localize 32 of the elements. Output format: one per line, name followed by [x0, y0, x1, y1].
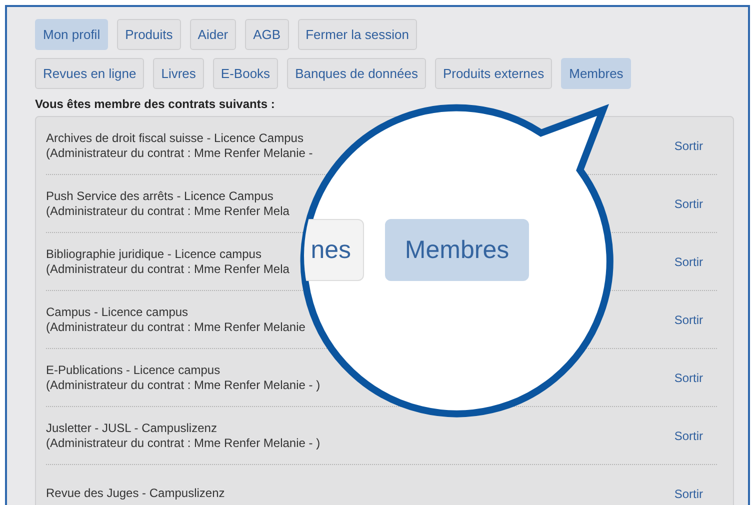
- nav-button[interactable]: Produits: [117, 19, 181, 50]
- contract-admin: (Administrateur du contrat : Mme Renfer Melanie -: [46, 146, 313, 160]
- contract-title: Bibliographie juridique - Licence campus: [46, 246, 262, 262]
- contract-admin: (Administrateur du contrat : Mme Renfer Mela: [46, 262, 290, 276]
- leave-link[interactable]: Sortir: [674, 428, 703, 442]
- nav-button[interactable]: Mon profil: [35, 19, 108, 50]
- leave-link[interactable]: Sortir: [674, 138, 703, 152]
- leave-link[interactable]: Sortir: [674, 486, 703, 500]
- contract-title: Push Service des arrêts - Licence Campus: [46, 188, 274, 204]
- leave-link[interactable]: Sortir: [674, 370, 703, 384]
- nav-button[interactable]: Livres: [153, 58, 204, 89]
- nav-button[interactable]: Produits externes: [434, 58, 552, 89]
- leave-link[interactable]: Sortir: [674, 196, 703, 210]
- contract-admin: (Administrateur du contrat : Mme Renfer Melanie - ): [46, 436, 320, 450]
- contract-admin: (Administrateur du contrat : Mme Renfer Melanie - ): [46, 378, 320, 392]
- nav-button[interactable]: Fermer la session: [298, 19, 417, 50]
- section-heading: Vous êtes membre des contrats suivants :: [35, 97, 276, 111]
- contract-title: Archives de droit fiscal suisse - Licence Campus: [46, 130, 304, 146]
- contract-title: Revue des Juges - Campuslizenz: [46, 486, 225, 501]
- contract-admin: (Administrateur du contrat : Mme Renfer Mela: [46, 204, 290, 218]
- leave-link[interactable]: Sortir: [674, 254, 703, 268]
- nav-button[interactable]: AGB: [245, 19, 289, 50]
- nav-button[interactable]: Membres: [561, 58, 632, 89]
- contract-title: E-Publications - Licence campus: [46, 362, 222, 378]
- contract-admin: (Administrateur du contrat : Mme Renfer Melanie: [46, 320, 306, 334]
- nav-button[interactable]: Banques de données: [287, 58, 426, 89]
- nav-button[interactable]: Revues en ligne: [35, 58, 144, 89]
- nav-button[interactable]: Aider: [190, 19, 236, 50]
- nav-button[interactable]: E-Books: [212, 58, 278, 89]
- contract-title: Campus - Licence campus: [46, 304, 190, 320]
- leave-link[interactable]: Sortir: [674, 312, 703, 326]
- contract-title: Jusletter - JUSL - Campuslizenz: [46, 420, 218, 436]
